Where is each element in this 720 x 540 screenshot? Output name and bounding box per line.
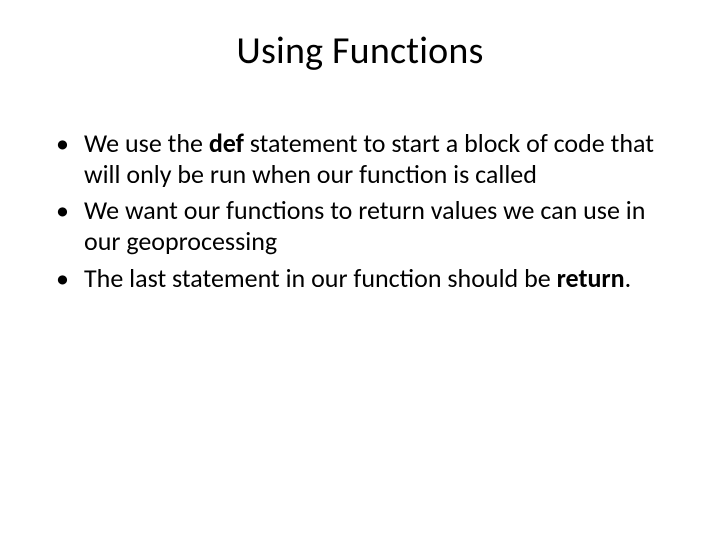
- bullet-text-bold: return: [557, 262, 625, 294]
- bullet-item: We use the def statement to start a bloc…: [56, 128, 672, 189]
- bullet-text-bold: def: [209, 127, 244, 159]
- bullet-text-pre: We use the: [84, 127, 209, 159]
- slide-title: Using Functions: [48, 28, 672, 74]
- bullet-text-pre: We want our functions to return values w…: [84, 194, 645, 257]
- bullet-list: We use the def statement to start a bloc…: [48, 128, 672, 293]
- bullet-text-post: .: [625, 262, 632, 294]
- bullet-text-pre: The last statement in our function shoul…: [84, 262, 557, 294]
- bullet-item: The last statement in our function shoul…: [56, 263, 672, 294]
- bullet-item: We want our functions to return values w…: [56, 195, 672, 256]
